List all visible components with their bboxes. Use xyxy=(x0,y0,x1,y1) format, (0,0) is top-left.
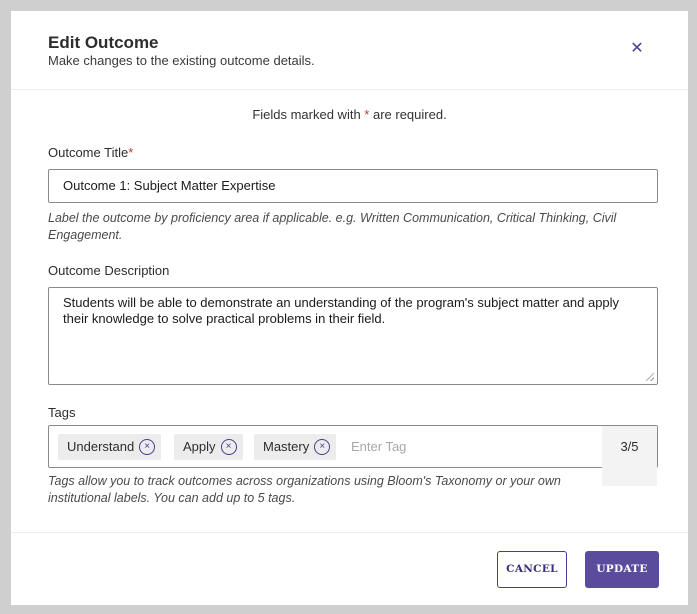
modal-title: Edit Outcome xyxy=(48,33,159,52)
modal-header: Edit Outcome Make changes to the existin… xyxy=(11,11,688,90)
outcome-title-input[interactable]: Outcome 1: Subject Matter Expertise xyxy=(48,169,658,203)
tags-input-box[interactable]: Understand × Apply × Mastery × Enter Tag 3/… xyxy=(48,425,658,486)
tag-chip: Apply × xyxy=(174,434,243,460)
outcome-title-label: Outcome Title* xyxy=(48,145,133,160)
tag-chip: Understand × xyxy=(58,434,162,460)
outcome-description-value: Students will be able to demonstrate an … xyxy=(63,295,620,326)
remove-tag-icon[interactable]: × xyxy=(314,438,331,455)
required-note-after: are required. xyxy=(369,107,447,122)
tag-label: Apply xyxy=(183,439,216,454)
remove-tag-icon[interactable]: × xyxy=(220,438,237,455)
update-button[interactable]: UPDATE xyxy=(585,551,659,588)
tags-label: Tags xyxy=(48,405,76,420)
outcome-description-textarea[interactable]: Students will be able to demonstrate an … xyxy=(48,287,658,385)
footer-divider xyxy=(11,532,688,533)
outcome-title-required-star: * xyxy=(128,145,134,160)
remove-tag-icon[interactable]: × xyxy=(139,438,156,455)
modal-subtitle: Make changes to the existing outcome det… xyxy=(48,53,315,68)
required-note-before: Fields marked with xyxy=(252,107,365,122)
outcome-description-label: Outcome Description xyxy=(48,263,170,278)
outcome-title-help: Label the outcome by proficiency area if… xyxy=(48,211,617,242)
tags-help: Tags allow you to track outcomes across … xyxy=(48,474,561,505)
enter-tag-input[interactable]: Enter Tag xyxy=(351,434,406,460)
close-icon[interactable]: ✕ xyxy=(627,39,647,59)
outcome-title-label-text: Outcome Title xyxy=(48,145,129,160)
required-fields-note: Fields marked with * are required. xyxy=(11,107,688,122)
edit-outcome-modal: Edit Outcome Make changes to the existin… xyxy=(11,11,688,605)
tag-label: Mastery xyxy=(263,439,310,454)
tag-chip: Mastery × xyxy=(254,434,337,460)
cancel-button[interactable]: CANCEL xyxy=(497,551,567,588)
resize-handle-icon[interactable] xyxy=(646,373,654,381)
tag-label: Understand xyxy=(67,439,135,454)
tag-count: 3/5 xyxy=(602,426,657,486)
